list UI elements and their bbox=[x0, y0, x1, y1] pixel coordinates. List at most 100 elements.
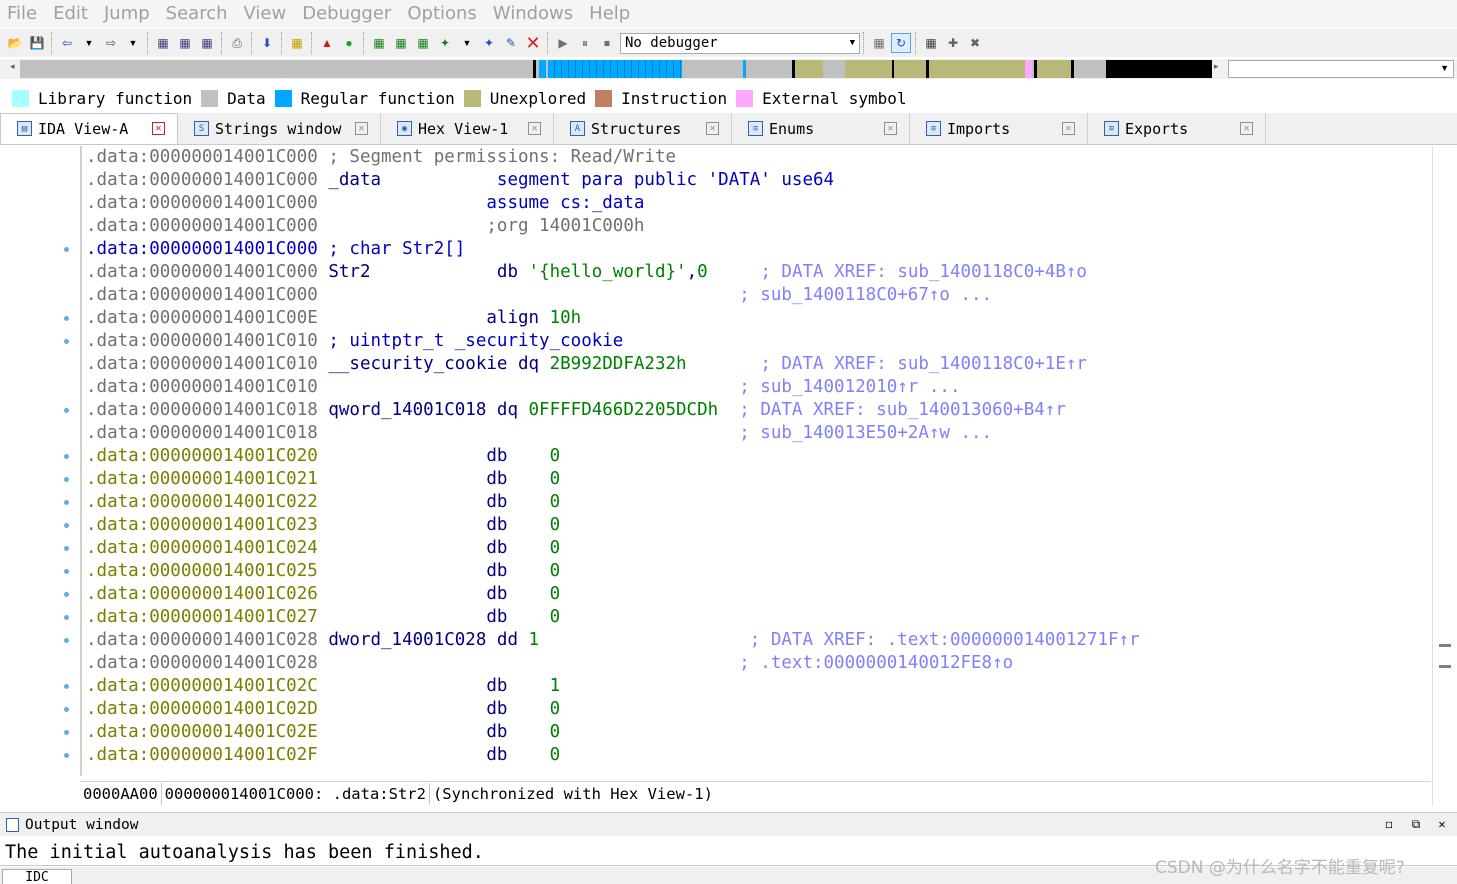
nav-right-arrow-icon[interactable]: ▸ bbox=[1214, 61, 1219, 72]
listing-line[interactable]: .data:000000014001C02F db 0 bbox=[86, 744, 560, 767]
menu-debugger[interactable]: Debugger bbox=[294, 0, 399, 28]
save-icon[interactable]: 💾 bbox=[27, 33, 47, 53]
menu-view[interactable]: View bbox=[236, 0, 295, 28]
calculator-icon[interactable]: ▦ bbox=[287, 33, 307, 53]
search-text-icon[interactable]: ▦ bbox=[153, 33, 173, 53]
menu-jump[interactable]: Jump bbox=[96, 0, 158, 28]
listing-line[interactable]: .data:000000014001C000 ;org 14001C000h bbox=[86, 215, 644, 238]
xref-comment[interactable]: ; sub_140012010↑r ... bbox=[318, 377, 960, 397]
restore-icon[interactable]: ◻ bbox=[1381, 817, 1397, 831]
menu-search[interactable]: Search bbox=[158, 0, 236, 28]
close-tab-icon[interactable]: ✕ bbox=[528, 122, 541, 135]
struct-dropdown-icon[interactable]: ▼ bbox=[457, 33, 477, 53]
listing-line[interactable]: .data:000000014001C018 ; sub_140013E50+2… bbox=[86, 422, 992, 445]
listing-line[interactable]: .data:000000014001C010 ; uintptr_t _secu… bbox=[86, 330, 623, 353]
float-icon[interactable]: ⧉ bbox=[1408, 817, 1424, 832]
forward-dropdown-icon[interactable]: ▼ bbox=[123, 33, 143, 53]
close-icon[interactable]: ✕ bbox=[1434, 817, 1450, 831]
listing-line[interactable]: .data:000000014001C028 dword_14001C028 d… bbox=[86, 629, 1140, 652]
listing-line[interactable]: .data:000000014001C000 ; char Str2[] bbox=[86, 238, 465, 261]
listing-line[interactable]: .data:000000014001C000 assume cs:_data bbox=[86, 192, 644, 215]
back-dropdown-icon[interactable]: ▼ bbox=[79, 33, 99, 53]
close-tab-icon[interactable]: ✕ bbox=[706, 122, 719, 135]
start-debugger-icon[interactable]: ▶ bbox=[553, 33, 573, 53]
menu-edit[interactable]: Edit bbox=[45, 0, 96, 28]
listing-line[interactable]: .data:000000014001C010 __security_cookie… bbox=[86, 353, 1087, 376]
menu-help[interactable]: Help bbox=[581, 0, 638, 28]
debugger-select[interactable]: No debugger ▼ bbox=[620, 32, 860, 54]
plugin-icon[interactable]: ✦ bbox=[479, 33, 499, 53]
menu-file[interactable]: File bbox=[0, 0, 45, 28]
breakpoints-icon[interactable]: ▦ bbox=[921, 33, 941, 53]
search-immediate-icon[interactable]: ▦ bbox=[197, 33, 217, 53]
graph-red-icon[interactable]: ▲ bbox=[317, 33, 337, 53]
pause-debugger-icon[interactable]: ⏸ bbox=[575, 33, 595, 53]
listing-line[interactable]: .data:000000014001C020 db 0 bbox=[86, 445, 560, 468]
listing-line[interactable]: .data:000000014001C010 ; sub_140012010↑r… bbox=[86, 376, 961, 399]
tab-hex-view-1[interactable]: ◉ Hex View-1 ✕ bbox=[381, 113, 554, 144]
listing-line[interactable]: .data:000000014001C000 Str2 db '{hello_w… bbox=[86, 261, 1087, 284]
create-struct-icon[interactable]: ✦ bbox=[435, 33, 455, 53]
create-string-icon[interactable]: ▦ bbox=[413, 33, 433, 53]
listing-line[interactable]: .data:000000014001C02C db 1 bbox=[86, 675, 560, 698]
close-tab-icon[interactable]: ✕ bbox=[355, 122, 368, 135]
add-breakpoint-icon[interactable]: ✚ bbox=[943, 33, 963, 53]
attach-process-icon[interactable]: ▦ bbox=[869, 33, 889, 53]
open-folder-icon[interactable]: 📂 bbox=[5, 33, 25, 53]
create-function-icon[interactable]: ▦ bbox=[369, 33, 389, 53]
listing-line[interactable]: .data:000000014001C000 _data segment par… bbox=[86, 169, 834, 192]
close-tab-icon[interactable]: ✕ bbox=[152, 122, 165, 135]
listing-line[interactable]: .data:000000014001C026 db 0 bbox=[86, 583, 560, 606]
close-tab-icon[interactable]: ✕ bbox=[1240, 122, 1253, 135]
tab-imports[interactable]: ≡ Imports ✕ bbox=[910, 113, 1088, 144]
xref-comment[interactable]: ; DATA XREF: sub_1400118C0+1E↑r bbox=[687, 354, 1087, 374]
listing-line[interactable]: .data:000000014001C02E db 0 bbox=[86, 721, 560, 744]
nav-left-arrow-icon[interactable]: ◂ bbox=[10, 61, 15, 72]
run-green-icon[interactable]: ● bbox=[339, 33, 359, 53]
xref-comment[interactable]: ; DATA XREF: sub_1400118C0+4B↑o bbox=[708, 262, 1087, 282]
listing-line[interactable]: .data:000000014001C000 ; Segment permiss… bbox=[86, 146, 676, 169]
idc-tab[interactable]: IDC bbox=[2, 869, 72, 884]
listing-line[interactable]: .data:000000014001C028 ; .text:000000014… bbox=[86, 652, 1013, 675]
listing-line[interactable]: .data:000000014001C018 qword_14001C018 d… bbox=[86, 399, 1066, 422]
listing-line[interactable]: .data:000000014001C027 db 0 bbox=[86, 606, 560, 629]
refresh-icon[interactable]: ↻ bbox=[891, 33, 911, 53]
jump-down-icon[interactable]: ⬇ bbox=[257, 33, 277, 53]
listing-line[interactable]: .data:000000014001C021 db 0 bbox=[86, 468, 560, 491]
xref-comment[interactable]: ; sub_1400118C0+67↑o ... bbox=[318, 285, 992, 305]
forward-arrow-icon[interactable]: ⇨ bbox=[101, 33, 121, 53]
tab-ida-view-a[interactable]: ▤ IDA View-A ✕ bbox=[0, 113, 178, 144]
tab-structures[interactable]: A Structures ✕ bbox=[554, 113, 732, 144]
menu-options[interactable]: Options bbox=[399, 0, 484, 28]
print-icon[interactable]: ⎙ bbox=[227, 33, 247, 53]
listing-line[interactable]: .data:000000014001C025 db 0 bbox=[86, 560, 560, 583]
disassembly-listing[interactable]: .data:000000014001C000 ; Segment permiss… bbox=[80, 146, 1431, 776]
close-tab-icon[interactable]: ✕ bbox=[884, 122, 897, 135]
tab-enums[interactable]: ≡ Enums ✕ bbox=[732, 113, 910, 144]
tab-strings-window[interactable]: S Strings window ✕ bbox=[178, 113, 381, 144]
stop-debugger-icon[interactable]: ⏹ bbox=[597, 33, 617, 53]
undefine-icon[interactable]: ✕ bbox=[523, 33, 543, 53]
listing-line[interactable]: .data:000000014001C023 db 0 bbox=[86, 514, 560, 537]
create-data-icon[interactable]: ▦ bbox=[391, 33, 411, 53]
close-tab-icon[interactable]: ✕ bbox=[1062, 122, 1075, 135]
navigation-band[interactable] bbox=[20, 60, 1212, 78]
line-address: .data:000000014001C000 bbox=[86, 239, 318, 259]
xref-comment[interactable]: ; .text:0000000140012FE8↑o bbox=[318, 653, 1013, 673]
xref-comment[interactable]: ; DATA XREF: sub_140013060+B4↑r bbox=[718, 400, 1066, 420]
xref-comment[interactable]: ; DATA XREF: .text:000000014001271F↑r bbox=[539, 630, 1140, 650]
listing-line[interactable]: .data:000000014001C02D db 0 bbox=[86, 698, 560, 721]
back-arrow-icon[interactable]: ⇦ bbox=[57, 33, 77, 53]
menu-windows[interactable]: Windows bbox=[485, 0, 581, 28]
search-binary-icon[interactable]: ▦ bbox=[175, 33, 195, 53]
segment-dropdown[interactable]: ▼ bbox=[1228, 60, 1454, 78]
edit-icon[interactable]: ✎ bbox=[501, 33, 521, 53]
listing-line[interactable]: .data:000000014001C022 db 0 bbox=[86, 491, 560, 514]
listing-line[interactable]: .data:000000014001C024 db 0 bbox=[86, 537, 560, 560]
xref-comment[interactable]: ; sub_140013E50+2A↑w ... bbox=[318, 423, 992, 443]
listing-line[interactable]: .data:000000014001C000 ; sub_1400118C0+6… bbox=[86, 284, 992, 307]
remove-breakpoint-icon[interactable]: ✖ bbox=[965, 33, 985, 53]
listing-line[interactable]: .data:000000014001C00E align 10h bbox=[86, 307, 581, 330]
tab-exports[interactable]: ≡ Exports ✕ bbox=[1088, 113, 1266, 144]
vertical-scrollbar[interactable] bbox=[1432, 146, 1457, 806]
